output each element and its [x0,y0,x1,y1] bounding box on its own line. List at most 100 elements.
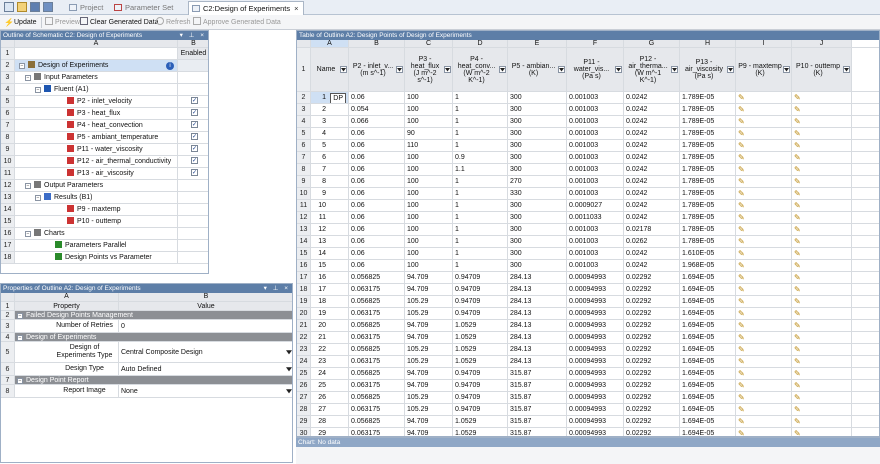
value-cell[interactable]: 0.056825 [349,368,405,379]
table-row[interactable]: 4 − Fluent (A1) [1,84,208,96]
table-row[interactable]: 9 8 0.06 100 1 270 0.001003 0.0242 1.789E-05 ✎ ✎ [297,176,879,188]
value-cell[interactable]: 0.02292 [624,296,680,307]
outline-item[interactable]: P10 - outtemp [15,216,178,227]
value-cell[interactable]: 100 [405,260,453,271]
output-cell[interactable]: ✎ [792,356,852,367]
value-cell[interactable]: 330 [508,188,567,199]
collapse-icon[interactable]: − [17,335,23,341]
value-cell[interactable]: 0.001003 [567,116,624,127]
value-cell[interactable]: 0.056825 [349,320,405,331]
new-project-icon[interactable] [4,2,14,12]
section-row[interactable]: 4− Design of Experiments [1,333,292,342]
column-letter[interactable]: B [349,40,405,47]
value-cell[interactable]: 1 [453,200,508,211]
value-cell[interactable]: 1.694E-05 [680,308,736,319]
name-cell[interactable]: 12 [311,224,349,235]
property-value[interactable]: Auto Defined [119,363,292,375]
value-cell[interactable]: 1.0529 [453,320,508,331]
value-cell[interactable]: 1.789E-05 [680,212,736,223]
output-cell[interactable]: ✎ [736,248,792,259]
section-row[interactable]: 2− Failed Design Points Management [1,311,292,320]
refresh-button[interactable]: Refresh [156,17,191,28]
value-cell[interactable]: 0.001003 [567,104,624,115]
approve-generated-data-button[interactable]: Approve Generated Data [193,17,281,28]
value-cell[interactable]: 100 [405,236,453,247]
name-cell[interactable]: 14 [311,248,349,259]
column-header[interactable]: P12 - air_therma... (W m^-1 K^-1) [624,48,680,91]
value-cell[interactable]: 0.00094993 [567,392,624,403]
value-cell[interactable]: 1 [453,248,508,259]
column-header[interactable]: P4 - heat_conv... (W m^-2 K^-1) [453,48,508,91]
value-cell[interactable]: 105.29 [405,356,453,367]
value-cell[interactable]: 0.02292 [624,356,680,367]
value-cell[interactable]: 0.06 [349,140,405,151]
column-header[interactable]: P3 - heat_flux (J m^-2 s^-1) [405,48,453,91]
output-cell[interactable]: ✎ [792,380,852,391]
table-row[interactable]: 10 9 0.06 100 1 330 0.001003 0.0242 1.789E-05 ✎ ✎ [297,188,879,200]
outline-item[interactable]: P5 - ambiant_temperature [15,132,178,143]
name-cell[interactable]: 29 [311,428,349,436]
value-cell[interactable]: 0.0242 [624,188,680,199]
value-cell[interactable]: 0.054 [349,104,405,115]
close-tab-icon[interactable]: × [294,4,298,13]
value-cell[interactable]: 1 [453,188,508,199]
value-cell[interactable]: 0.06 [349,152,405,163]
collapse-icon[interactable]: − [25,183,31,189]
value-cell[interactable]: 100 [405,164,453,175]
value-cell[interactable]: 1 [453,212,508,223]
enabled-cell[interactable]: ✓ [178,144,208,155]
filter-dropdown-icon[interactable] [727,66,734,73]
value-cell[interactable]: 1.0529 [453,344,508,355]
value-cell[interactable]: 1.694E-05 [680,392,736,403]
name-cell[interactable]: 27 [311,404,349,415]
column-header[interactable]: P9 - maxtemp (K) [736,48,792,91]
outline-item[interactable]: Parameters Parallel [15,240,178,251]
value-cell[interactable]: 0.0242 [624,200,680,211]
value-cell[interactable]: 0.066 [349,116,405,127]
output-cell[interactable]: ✎ [792,176,852,187]
value-cell[interactable]: 1 [453,92,508,103]
outline-item[interactable]: P2 - inlet_velocity [15,96,178,107]
value-cell[interactable]: 1.1 [453,164,508,175]
value-cell[interactable]: 105.29 [405,308,453,319]
section-label[interactable]: − Failed Design Points Management [15,311,292,319]
value-cell[interactable]: 105.29 [405,404,453,415]
value-cell[interactable]: 1.694E-05 [680,380,736,391]
value-cell[interactable]: 1.789E-05 [680,236,736,247]
value-cell[interactable]: 0.0242 [624,92,680,103]
table-row[interactable]: 7 6 0.06 100 0.9 300 0.001003 0.0242 1.789E-05 ✎ ✎ [297,152,879,164]
name-cell[interactable]: 25 [311,380,349,391]
table-row[interactable]: 14 P9 - maxtemp [1,204,208,216]
outline-item[interactable]: − Design of Experiments i [15,60,178,71]
enabled-cell[interactable]: ✓ [178,108,208,119]
outline-item[interactable]: P13 - air_viscosity [15,168,178,179]
value-cell[interactable]: 1.694E-05 [680,320,736,331]
table-row[interactable]: 22 21 0.063175 94.709 1.0529 284.13 0.00094993… [297,332,879,344]
table-row[interactable]: 25 24 0.056825 94.709 0.94709 315.87 0.0009499… [297,368,879,380]
output-cell[interactable]: ✎ [792,236,852,247]
value-cell[interactable]: 0.063175 [349,380,405,391]
value-cell[interactable]: 0.06 [349,164,405,175]
value-cell[interactable]: 0.06 [349,176,405,187]
outline-item[interactable]: P3 - heat_flux [15,108,178,119]
value-cell[interactable]: 1.694E-05 [680,296,736,307]
value-cell[interactable]: 0.0262 [624,236,680,247]
enabled-checkbox[interactable]: ✓ [191,109,198,116]
outline-item[interactable]: P12 - air_thermal_conductivity [15,156,178,167]
table-row[interactable]: 17 16 0.056825 94.709 0.94709 284.13 0.0009499… [297,272,879,284]
table-row[interactable]: 30 29 0.063175 94.709 1.0529 315.87 0.00094993… [297,428,879,436]
value-cell[interactable]: 0.001003 [567,236,624,247]
value-cell[interactable]: 315.87 [508,428,567,436]
tab-project[interactable]: Project [66,1,107,14]
table-row[interactable]: 8 Report Image None [1,385,292,398]
value-cell[interactable]: 105.29 [405,344,453,355]
output-cell[interactable]: ✎ [792,128,852,139]
value-cell[interactable]: 0.063175 [349,404,405,415]
table-row[interactable]: 13 − Results (B1) [1,192,208,204]
table-row[interactable]: 9 P11 - water_viscosity ✓ [1,144,208,156]
value-cell[interactable]: 105.29 [405,392,453,403]
output-cell[interactable]: ✎ [792,284,852,295]
value-cell[interactable]: 315.87 [508,368,567,379]
value-cell[interactable]: 300 [508,164,567,175]
value-cell[interactable]: 0.063175 [349,308,405,319]
